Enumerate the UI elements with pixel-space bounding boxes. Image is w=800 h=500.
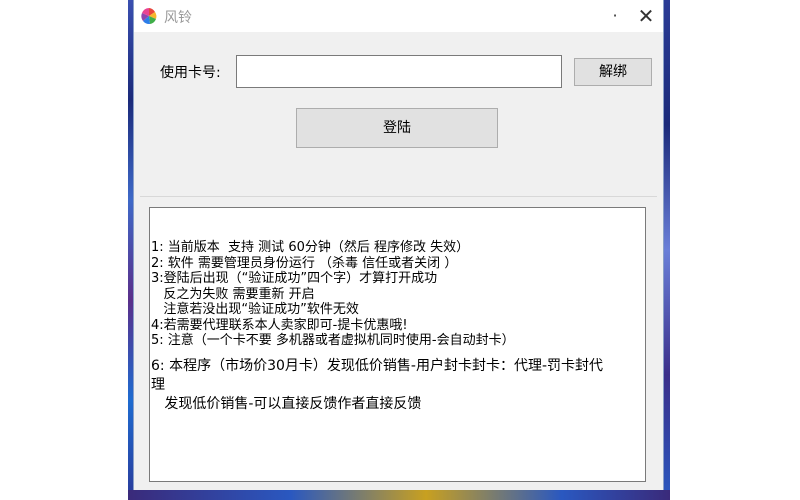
notice-textarea[interactable]: 1: 当前版本 支持 测试 60分钟（然后 程序修改 失效） 2: 软件 需要管…: [149, 207, 646, 482]
notice-line-5: 注意若没出现“验证成功”软件无效: [151, 302, 359, 317]
notice-line-7: 5: 注意（一个卡不要 多机器或者虚拟机同时使用-会自动封卡）: [151, 333, 515, 348]
notice-line-3: 3:登陆后出现（“验证成功”四个字）才算打开成功: [151, 271, 438, 286]
background-right-strip: [664, 0, 670, 500]
group-separator: [140, 196, 657, 197]
notice-line-4: 反之为失败 需要重新 开启: [151, 286, 315, 302]
notice-line-6: 4:若需要代理联系本人卖家即可-提卡优惠哦!: [151, 317, 408, 333]
unbind-button[interactable]: 解绑: [574, 58, 652, 86]
window-title: 风铃: [164, 10, 192, 26]
title-bar[interactable]: 风铃 · ✕: [134, 0, 663, 32]
notice-para6-line-2: 理: [151, 376, 165, 393]
pinwheel-icon: [141, 8, 157, 25]
notice-line-1: 1: 当前版本 支持 测试 60分钟（然后 程序修改 失效）: [151, 240, 470, 255]
notice-line-2: 2: 软件 需要管理员身份运行 （杀毒 信任或者关闭 ）: [151, 255, 458, 271]
notice-content: 1: 当前版本 支持 测试 60分钟（然后 程序修改 失效） 2: 软件 需要管…: [151, 240, 603, 414]
notice-para6-line-1: 6: 本程序（市场价30月卡）发现低价销售-用户封卡封卡：代理-罚卡封代: [151, 357, 603, 374]
app-window: 风铃 · ✕ 使用卡号: 解绑 登陆 1: 当前版本 支持 测试 60分钟（然后…: [133, 0, 664, 490]
login-button[interactable]: 登陆: [296, 108, 498, 148]
card-number-input[interactable]: [236, 55, 562, 88]
minimize-button[interactable]: ·: [599, 4, 631, 28]
close-button[interactable]: ✕: [630, 4, 662, 28]
background-bottom-strip: [128, 490, 670, 500]
notice-para6-line-3: 发现低价销售-可以直接反馈作者直接反馈: [151, 395, 422, 412]
card-number-label: 使用卡号:: [160, 65, 221, 81]
